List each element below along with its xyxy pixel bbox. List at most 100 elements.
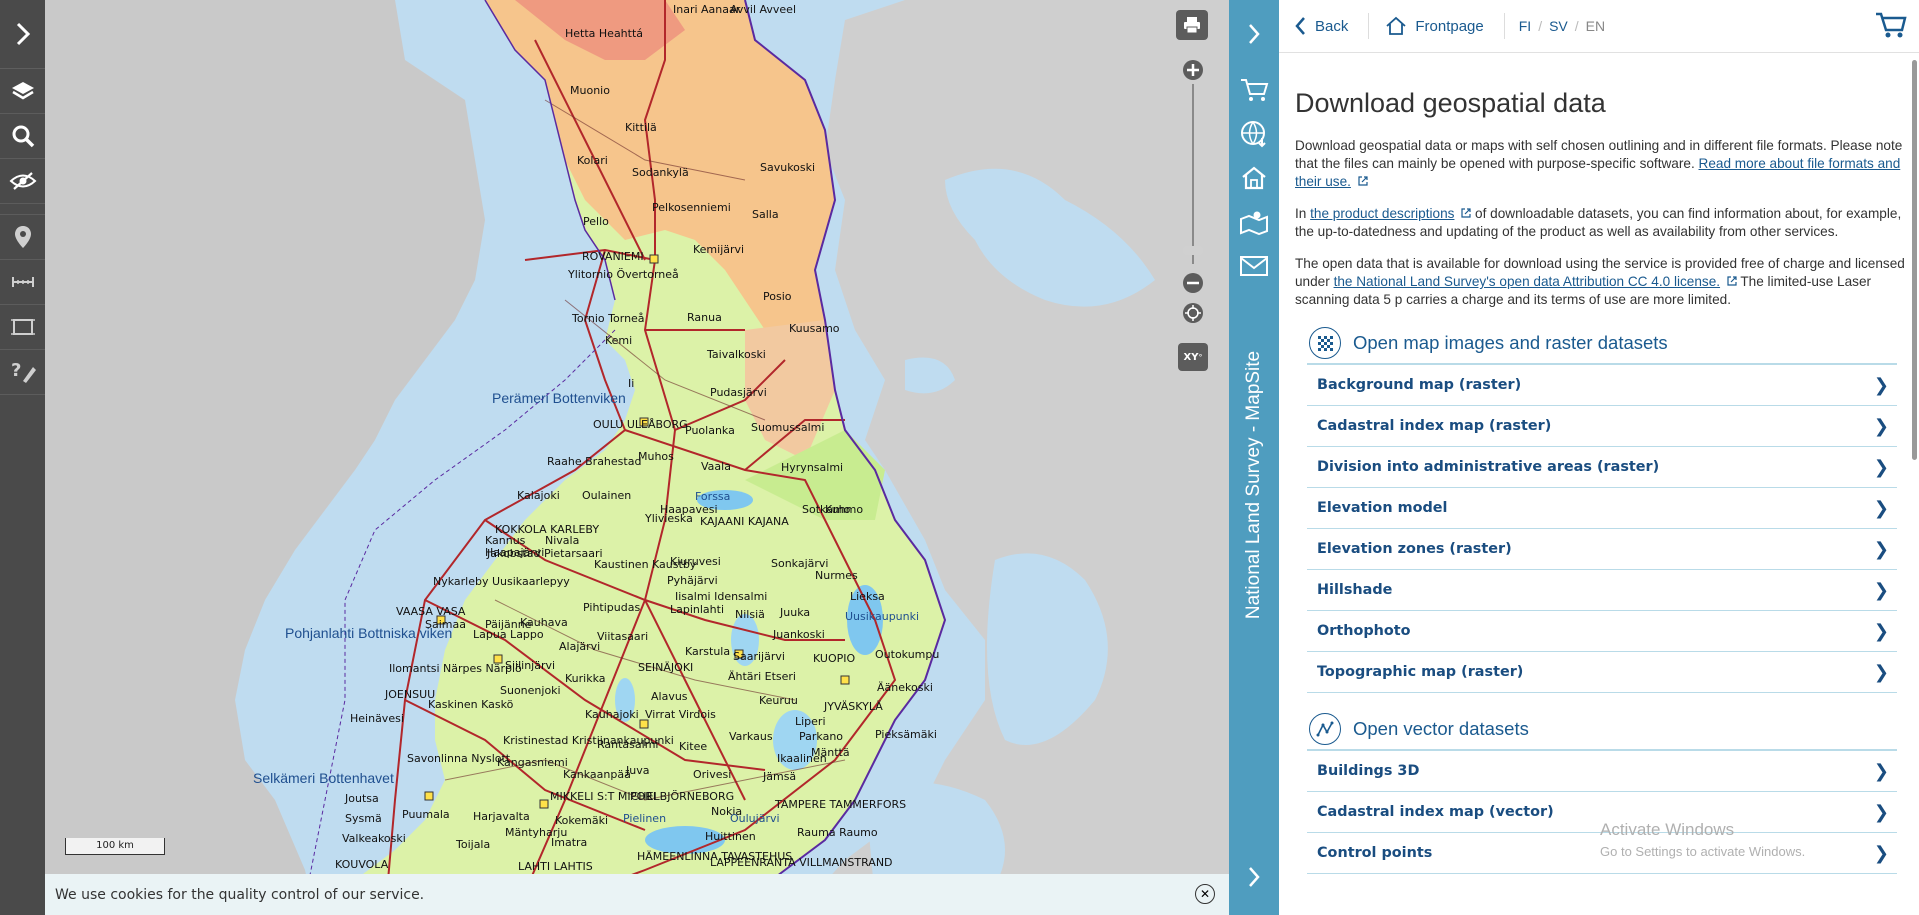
print-area-button[interactable] [0,305,45,350]
raster-section: Open map images and raster datasets Back… [1307,323,1897,693]
map-place-label: Ilomantsi [389,662,440,675]
printer-icon [1184,17,1200,34]
rail-expand-button[interactable] [1229,855,1279,899]
map-place-label: Puolanka [685,424,735,437]
map-place-label: Juva [626,764,650,777]
dataset-item[interactable]: Topographic map (raster) ❯ [1307,652,1897,693]
map-place-label: Rauma Raumo [797,826,878,839]
rail-cart-button[interactable] [1229,68,1279,112]
svg-text:?: ? [11,360,21,381]
map-place-label: JYVÄSKYLÄ [824,700,883,713]
dataset-item[interactable]: Orthophoto ❯ [1307,611,1897,652]
dataset-item[interactable]: Cadastral index map (raster) ❯ [1307,406,1897,447]
map-place-label: Pihtipudas [583,601,641,614]
rail-collapse-button[interactable] [1229,0,1279,68]
map-place-label: Harjavalta [473,810,530,823]
dataset-item[interactable]: Division into administrative areas (rast… [1307,447,1897,488]
chevron-right-icon: ❯ [1873,842,1889,864]
cart-button[interactable] [1875,10,1907,44]
cookie-close-button[interactable]: ✕ [1195,884,1215,904]
locate-button[interactable] [1183,303,1203,323]
map-place-label: Raahe Brahestad [547,455,642,468]
map-place-label: Kiuruvesi [670,555,721,568]
map-place-label: Keuruu [759,694,798,707]
map-place-label: Lapinlahti [670,603,725,616]
layers-button[interactable] [0,69,45,114]
dataset-item[interactable]: Elevation model ❯ [1307,488,1897,529]
measure-button[interactable] [0,260,45,305]
map-place-label: Päijänne [485,618,532,631]
zoom-slider[interactable] [1181,58,1205,338]
map-place-label: Muonio [570,84,610,97]
print-button[interactable] [1176,10,1208,40]
coordinate-tool-button[interactable]: XY ° [1178,343,1208,371]
section-title: Open vector datasets [1353,718,1529,739]
location-button[interactable] [0,215,45,260]
map-place-label: Avvil Avveel [730,3,796,16]
zoom-out-button[interactable] [1183,273,1203,293]
map-place-label: Varkaus [729,730,773,743]
cart-icon [1876,12,1907,38]
map-place-label: Iisalmi Idensalmi [675,590,768,603]
map-place-label: Pelkosenniemi [652,201,731,214]
map-view[interactable]: Perämeri Bottenviken Pohjanlahti Bottnis… [45,0,1229,915]
license-link[interactable]: the National Land Survey's open data Att… [1334,274,1720,289]
lang-sv[interactable]: SV [1549,18,1568,34]
dataset-item[interactable]: Buildings 3D ❯ [1307,751,1897,792]
map-place-label: Nilsiä [735,608,765,621]
dataset-item[interactable]: Elevation zones (raster) ❯ [1307,529,1897,570]
map-place-label: Kuhmo [825,503,864,516]
map-water-label: Forssa [695,490,731,503]
search-button[interactable] [0,114,45,159]
map-place-label: Ikaalinen [777,752,827,765]
map-place-label: Savonlinna Nyslott [407,752,511,765]
map-place-label: Nurmes [815,569,858,582]
panel-top-nav: Back Frontpage FI / SV / EN [1279,0,1919,53]
map-place-label: Outokumpu [875,648,940,661]
map-place-label: Kuusamo [789,322,840,335]
language-selector: FI / SV / EN [1519,18,1605,34]
map-place-label: Lieksa [850,590,885,603]
page-title: Download geospatial data [1295,88,1606,118]
dataset-item[interactable]: Background map (raster) ❯ [1307,365,1897,406]
map-place-label: ROVANIEMI [582,250,644,263]
sea-label: Selkämeri Bottenhavet [253,770,394,786]
map-place-label: Ylivieska [645,512,693,525]
map-place-label: Heinävesi [350,712,404,725]
product-descriptions-link[interactable]: the product descriptions [1310,206,1454,221]
map-controls [1175,10,1209,40]
frontpage-link[interactable]: Frontpage [1385,13,1505,39]
map-place-label: Huittinen [705,830,756,843]
rail-contact-button[interactable] [1229,244,1279,288]
lang-en[interactable]: EN [1586,18,1605,34]
map-place-label: Kalajoki [517,489,560,502]
map-place-label: Kauhajoki [585,708,639,721]
map-place-label: Haapajärvi [485,546,545,559]
map-place-label: Kemijärvi [693,243,745,256]
map-place-label: Ähtäri Etseri [728,670,796,683]
map-water-label: Oulujärvi [730,812,780,825]
zoom-in-button[interactable] [1183,60,1203,80]
help-button[interactable]: ? [0,350,45,395]
back-link[interactable]: Back [1295,13,1370,39]
map-place-label: Tornio Torneå [572,312,645,325]
map-place-label: Parkano [799,730,844,743]
expand-menu-button[interactable] [0,0,45,69]
map-place-label: Viitasaari [597,630,649,643]
home-icon [1386,16,1406,35]
map-place-label: Ylitornio Övertorneå [568,268,679,281]
rail-title-text: National Land Survey - MapSite [1243,350,1264,620]
map-place-label: Kurikka [565,672,606,685]
intro-paragraph: Download geospatial data or maps with se… [1295,137,1917,191]
zoom-handle[interactable] [1183,246,1203,255]
dataset-item[interactable]: Hillshade ❯ [1307,570,1897,611]
rail-map-button[interactable] [1229,200,1279,244]
rail-globe-button[interactable] [1229,112,1279,156]
rail-home-button[interactable] [1229,156,1279,200]
map-place-label: Imatra [551,836,588,849]
lang-fi[interactable]: FI [1519,18,1531,34]
hide-button[interactable] [0,159,45,204]
panel-scrollbar[interactable] [1912,60,1917,460]
dataset-label: Orthophoto [1317,623,1411,639]
map-place-label: Nykarleby Uusikaarlepyy [433,575,570,588]
